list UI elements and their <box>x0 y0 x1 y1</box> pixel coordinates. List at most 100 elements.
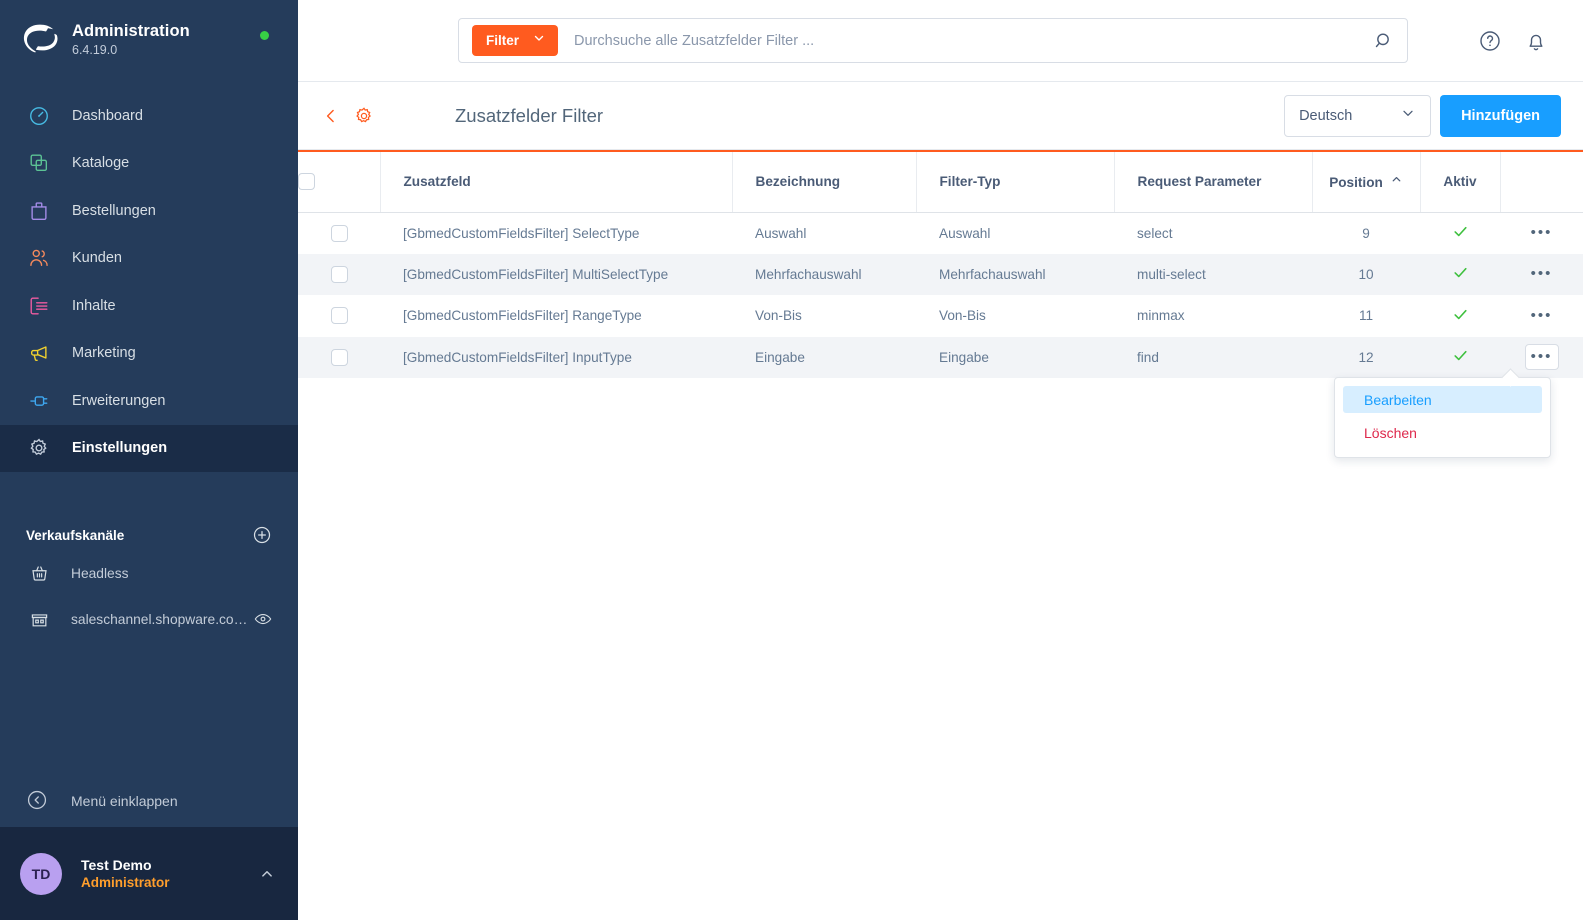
row-menu-button[interactable]: ••• <box>1525 261 1559 287</box>
sidebar-item-bestellungen[interactable]: Bestellungen <box>0 187 298 235</box>
sidebar-item-label: Dashboard <box>72 107 143 124</box>
sales-channels-title: Verkaufskanäle <box>26 527 125 543</box>
gear-icon <box>26 435 52 461</box>
select-all-checkbox[interactable] <box>298 173 315 191</box>
column-header-actions <box>1500 150 1583 213</box>
sidebar-item-erweiterungen[interactable]: Erweiterungen <box>0 377 298 425</box>
table-row[interactable]: [GbmedCustomFieldsFilter] MultiSelectTyp… <box>298 253 1583 296</box>
column-header-zusatzfeld[interactable]: Zusatzfeld <box>380 150 733 213</box>
catalog-icon <box>26 150 52 176</box>
row-select-cell <box>298 295 380 337</box>
cell-zusatzfeld: [GbmedCustomFieldsFilter] RangeType <box>403 308 642 324</box>
cell-zusatzfeld: [GbmedCustomFieldsFilter] InputType <box>403 349 632 365</box>
page-title: Zusatzfelder Filter <box>455 104 604 126</box>
row-menu-button[interactable]: ••• <box>1525 220 1559 246</box>
gear-icon[interactable] <box>354 106 374 126</box>
filter-button[interactable]: Filter <box>472 25 559 56</box>
context-menu-delete[interactable]: Löschen <box>1343 419 1542 446</box>
brand-header[interactable]: Administration 6.4.19.0 <box>0 0 298 78</box>
search-icon[interactable] <box>1361 31 1407 51</box>
cell-filtertyp: Von-Bis <box>939 308 986 324</box>
plug-icon <box>26 388 52 414</box>
cell-actions: ••• <box>1500 254 1583 296</box>
sidebar-item-inhalte[interactable]: Inhalte <box>0 282 298 330</box>
check-icon <box>1452 347 1469 367</box>
chevron-up-icon[interactable] <box>258 865 276 883</box>
sidebar-item-label: Bestellungen <box>72 202 156 219</box>
row-menu-button-active[interactable]: ••• <box>1524 344 1559 371</box>
topbar: Filter <box>298 0 1583 82</box>
cell-aktiv <box>1420 337 1500 379</box>
sales-channel-headless[interactable]: Headless <box>0 550 298 596</box>
table-row[interactable]: [GbmedCustomFieldsFilter] InputType Eing… <box>298 336 1583 379</box>
select-all-cell <box>298 150 381 213</box>
ellipsis-icon: ••• <box>1530 306 1553 324</box>
sales-channels-header: Verkaufskanäle <box>0 520 298 550</box>
sidebar: Administration 6.4.19.0 Dashboard Katalo… <box>0 0 298 920</box>
row-checkbox[interactable] <box>330 307 348 325</box>
data-grid: Zusatzfeld Bezeichnung Filter-Typ Reques… <box>298 150 1583 920</box>
sales-channel-storefront[interactable]: saleschannel.shopware.co… <box>0 596 298 642</box>
row-select-cell <box>298 337 380 379</box>
ellipsis-icon: ••• <box>1530 348 1553 366</box>
sidebar-item-marketing[interactable]: Marketing <box>0 330 298 378</box>
row-checkbox[interactable] <box>330 224 348 242</box>
ellipsis-icon: ••• <box>1530 265 1553 283</box>
plus-circle-icon[interactable] <box>252 525 272 545</box>
context-menu-edit[interactable]: Bearbeiten <box>1343 386 1542 413</box>
cell-bezeichnung: Eingabe <box>755 349 805 365</box>
cell-filtertyp: Eingabe <box>939 349 989 365</box>
sidebar-item-label: Kunden <box>72 250 122 267</box>
search-input[interactable] <box>558 32 1361 49</box>
language-select[interactable]: Deutsch <box>1284 94 1432 137</box>
sidebar-item-einstellungen[interactable]: Einstellungen <box>0 424 298 472</box>
check-icon <box>1452 223 1469 243</box>
megaphone-icon <box>26 340 52 366</box>
table-head: Zusatzfeld Bezeichnung Filter-Typ Reques… <box>298 150 1583 213</box>
sidebar-item-kataloge[interactable]: Kataloge <box>0 140 298 188</box>
column-header-position[interactable]: Position <box>1312 150 1421 213</box>
storefront-icon <box>28 608 50 630</box>
language-select-value: Deutsch <box>1299 107 1353 124</box>
sidebar-item-kunden[interactable]: Kunden <box>0 235 298 283</box>
orders-bag-icon <box>26 198 52 224</box>
user-menu[interactable]: TD Test Demo Administrator <box>0 827 298 920</box>
cell-bezeichnung: Mehrfachauswahl <box>755 266 862 282</box>
column-header-bezeichnung[interactable]: Bezeichnung <box>732 150 917 213</box>
cell-aktiv <box>1420 254 1500 296</box>
row-menu-button[interactable]: ••• <box>1525 303 1559 329</box>
sidebar-item-label: Marketing <box>72 345 136 362</box>
ellipsis-icon: ••• <box>1530 224 1553 241</box>
cell-position: 11 <box>1358 308 1374 324</box>
column-header-aktiv[interactable]: Aktiv <box>1420 150 1501 213</box>
row-checkbox[interactable] <box>330 265 348 283</box>
cell-bezeichnung: Auswahl <box>755 225 807 241</box>
collapse-menu-label: Menü einklappen <box>71 793 178 809</box>
user-name: Test Demo <box>81 856 152 873</box>
user-role: Administrator <box>81 874 170 890</box>
help-circle-icon[interactable] <box>1478 29 1502 53</box>
row-checkbox[interactable] <box>330 348 348 366</box>
column-header-request-parameter[interactable]: Request Parameter <box>1114 150 1313 213</box>
table-body: [GbmedCustomFieldsFilter] SelectType Aus… <box>298 212 1583 378</box>
cell-zusatzfeld: [GbmedCustomFieldsFilter] SelectType <box>403 225 640 241</box>
sidebar-item-dashboard[interactable]: Dashboard <box>0 92 298 140</box>
chevron-left-icon[interactable] <box>322 107 340 125</box>
cell-zusatzfeld: [GbmedCustomFieldsFilter] MultiSelectTyp… <box>403 266 669 282</box>
sales-channel-label: saleschannel.shopware.co… <box>71 611 248 627</box>
chevron-up-icon <box>1390 173 1403 189</box>
customers-icon <box>26 245 52 271</box>
column-header-filtertyp[interactable]: Filter-Typ <box>916 150 1115 213</box>
eye-icon[interactable] <box>254 610 272 628</box>
filters-table: Zusatzfeld Bezeichnung Filter-Typ Reques… <box>298 150 1583 378</box>
sidebar-item-label: Erweiterungen <box>72 392 166 409</box>
row-select-cell <box>298 254 380 296</box>
collapse-menu-button[interactable]: Menü einklappen <box>0 775 298 827</box>
cell-actions: ••• <box>1500 295 1583 337</box>
add-button[interactable]: Hinzufügen <box>1440 94 1561 137</box>
page-header: Zusatzfelder Filter Deutsch Hinzufügen <box>298 82 1583 150</box>
table-row[interactable]: [GbmedCustomFieldsFilter] RangeType Von-… <box>298 295 1583 337</box>
status-dot-online <box>260 31 269 40</box>
table-row[interactable]: [GbmedCustomFieldsFilter] SelectType Aus… <box>298 212 1583 254</box>
bell-icon[interactable] <box>1524 29 1548 53</box>
